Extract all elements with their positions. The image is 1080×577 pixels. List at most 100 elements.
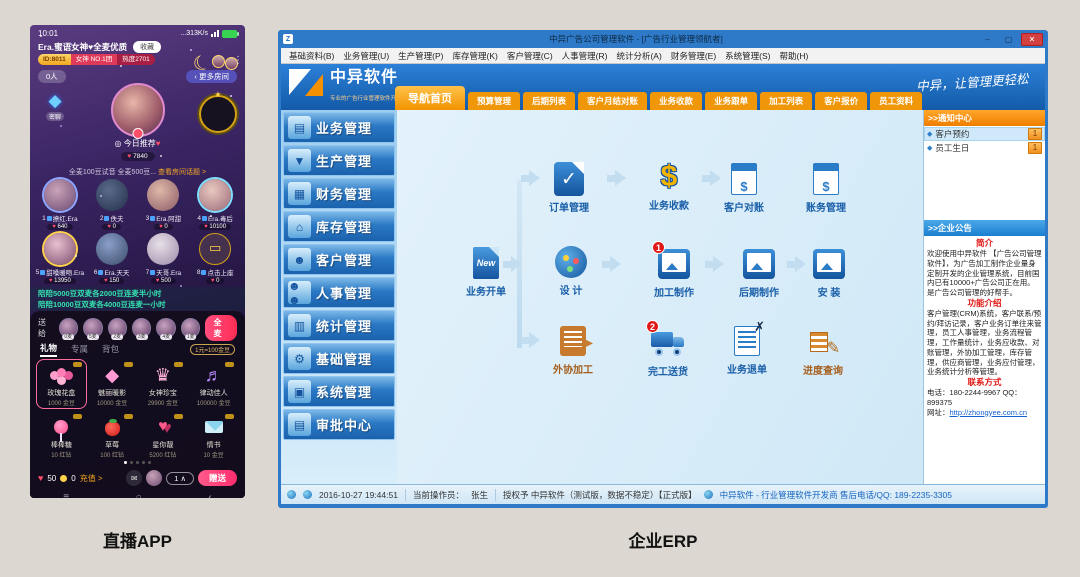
menu-production[interactable]: 生产管理(P) [398,50,443,62]
sidebar-item-hr[interactable]: ☻☻人事管理 [283,277,395,308]
mic-target-1[interactable]: 5麦 [83,318,102,338]
avatar[interactable] [146,470,162,486]
menu-finance[interactable]: 财务管理(E) [671,50,716,62]
flow-installation[interactable]: 安 装 [796,247,862,299]
seat-6[interactable]: 6Era.天天 ♥ 150 [86,233,138,287]
flow-order-return[interactable]: 业务退单 [714,324,780,376]
menu-customer[interactable]: 客户管理(C) [507,50,553,62]
seat-2[interactable]: 2佚夫 ♥ 0 [86,179,138,233]
gift-lips[interactable]: ♥ 星你靓5200 红钻 [138,411,189,461]
sidebar-item-system[interactable]: ▣系统管理 [283,376,395,407]
flow-new-order[interactable]: New 业务开单 [453,246,519,298]
mic-target-3[interactable]: 3麦 [132,318,151,338]
menu-system[interactable]: 系统管理(S) [725,50,770,62]
mic-target-5[interactable]: 1麦 [181,318,200,338]
seat-avatar[interactable] [44,179,76,211]
seat-7[interactable]: 7天哥.Era ♥ 500 [138,233,190,287]
message-icon[interactable]: ✉ [126,470,142,486]
tab-quotation[interactable]: 客户报价 [815,92,867,110]
minimize-button[interactable]: – [979,33,996,46]
flow-design[interactable]: 设 计 [538,245,604,297]
send-gift-button[interactable]: 赠送 [198,470,237,486]
seat-avatar[interactable] [96,233,128,265]
tab-monthly-statement[interactable]: 客户月结对账 [578,92,647,110]
seat-avatar[interactable] [44,233,76,265]
seat-5[interactable]: 5甜嗓暖吻.Era ♥ 13950 [34,233,86,287]
close-button[interactable]: ✕ [1021,33,1043,46]
tab-gifts[interactable]: 礼物 [40,342,57,357]
tab-staff[interactable]: 员工资料 [870,92,922,110]
sidebar-item-production[interactable]: ▼生产管理 [283,145,395,176]
sidebar-item-customer[interactable]: ☻客户管理 [283,244,395,275]
seat-4[interactable]: 4Era.毒后 ♥ 10100 [189,179,241,233]
operator-label: 当前操作员： [413,489,464,501]
flow-account-management[interactable]: $ 账务管理 [793,162,859,214]
seat-avatar[interactable] [96,179,128,211]
quantity-stepper[interactable]: 1 ∧ [166,472,194,485]
tab-order-follow[interactable]: 业务跟单 [705,92,757,110]
flow-postproduction[interactable]: 后期制作 [726,247,792,299]
sidebar-item-statistics[interactable]: ▥统计管理 [283,310,395,341]
menu-hr[interactable]: 人事管理(R) [562,50,608,62]
menu-statistics[interactable]: 统计分析(A) [616,50,661,62]
sidebar-item-basic[interactable]: ⚙基础管理 [283,343,395,374]
tab-postproduction-list[interactable]: 后期列表 [523,92,575,110]
tab-exclusive[interactable]: 专属 [71,343,88,355]
viewer-count-pill[interactable]: 0人 [38,70,66,83]
room-topic-link[interactable]: 查看房间话题 > [158,169,206,176]
flow-receivables[interactable]: $ 业务收款 [636,160,702,212]
more-menu-icon[interactable]: ⋮ [233,55,243,66]
gift-dancer[interactable]: ♬ 律动佳人100000 金豆 [188,359,239,409]
sidebar-item-finance[interactable]: ▦财务管理 [283,178,395,209]
tab-backpack[interactable]: 背包 [102,343,119,355]
gift-lollipop[interactable]: 棒棒糖10 红钻 [36,411,87,461]
flow-processing[interactable]: 1 加工制作 [641,247,707,299]
flow-customer-statement[interactable]: $ 客户对账 [711,162,777,214]
seat-avatar[interactable] [147,179,179,211]
notice-item-birthdays[interactable]: ◆ 员工生日 1 [924,141,1045,155]
seat-3[interactable]: 3Era.阿甜 ♥ 0 [138,179,190,233]
flow-outsourcing[interactable]: 外协加工 [540,324,606,376]
favorite-button[interactable]: 收藏 [133,41,161,53]
tab-receivables[interactable]: 业务收款 [650,92,702,110]
tab-process-list[interactable]: 加工列表 [760,92,812,110]
back-icon[interactable]: ‹ [208,492,211,499]
tab-nav-home[interactable]: 导航首页 [395,86,465,110]
recharge-link[interactable]: 充值 > [80,473,103,484]
all-mic-button[interactable]: 全麦 [205,315,237,341]
gift-strawberry[interactable]: 草莓100 红钻 [87,411,138,461]
gift-treasure[interactable]: ♛ 女神珍宝29900 金豆 [138,359,189,409]
flow-progress-query[interactable]: 进度查询 [790,325,856,377]
sidebar-item-inventory[interactable]: ⌂库存管理 [283,211,395,242]
seat-8-take-seat[interactable]: 8点击上座 ♥ 0 [189,233,241,287]
website-link[interactable]: http://zhongyee.com.cn [950,408,1028,417]
avatar[interactable] [212,55,225,68]
mic-target-0[interactable]: 0麦 [59,318,78,338]
flow-order-management[interactable]: ✓ 订单管理 [536,162,602,214]
private-chat-entry[interactable]: ◆ 密聊 [46,91,64,121]
sidebar-item-approval[interactable]: ▤审批中心 [283,409,395,440]
sidebar-item-business[interactable]: ▤业务管理 [283,112,395,143]
host-avatar[interactable] [111,83,165,137]
menu-basic-data[interactable]: 基础资料(B) [289,50,334,62]
home-icon[interactable]: ○ [136,492,142,499]
recents-icon[interactable]: ≡ [63,492,69,499]
menu-business[interactable]: 业务管理(U) [343,50,389,62]
flow-delivery[interactable]: 2 完工送货 [635,326,701,378]
seat-1[interactable]: 1撩红.Era ♥ 640 [34,179,86,233]
mic-target-2[interactable]: 2麦 [108,318,127,338]
mic-target-4[interactable]: 4麦 [156,318,175,338]
gift-diamond[interactable]: ◆ 魅丽暖影10000 金豆 [87,359,138,409]
menu-help[interactable]: 帮助(H) [780,50,809,62]
gift-rose-box[interactable]: 玫瑰花盒1000 金豆 [36,359,87,409]
gift-love-letter[interactable]: 情书10 金豆 [188,411,239,461]
arrow-icon [607,170,626,186]
notice-item-appointments[interactable]: ◆ 客户预约 1 [924,127,1045,141]
menu-inventory[interactable]: 库存管理(K) [453,50,498,62]
maximize-button[interactable]: ▢ [1000,33,1017,46]
sofa-icon[interactable] [199,233,231,265]
seat-avatar[interactable] [199,179,231,211]
tab-budget[interactable]: 预算管理 [468,92,520,110]
seat-avatar[interactable] [147,233,179,265]
vip-frame-avatar[interactable] [199,95,237,133]
